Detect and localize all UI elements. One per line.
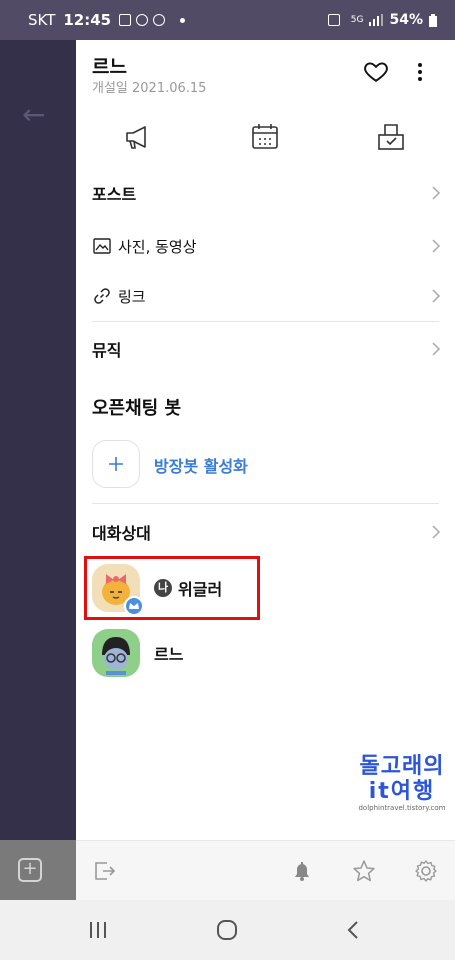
- signal-icon: [369, 14, 384, 26]
- plus-icon: [109, 457, 123, 471]
- heart-icon[interactable]: [363, 58, 389, 84]
- member-name: 르느: [154, 645, 184, 664]
- members-section-title: 대화상대: [92, 524, 151, 543]
- member-row[interactable]: 르느: [92, 628, 183, 678]
- avatar: [92, 629, 140, 677]
- menu-links-label: 링크: [118, 287, 146, 306]
- home-icon[interactable]: [215, 918, 239, 942]
- menu-links[interactable]: 링크: [76, 271, 455, 321]
- status-bar: SKT 12:45 5G 54%: [0, 0, 455, 40]
- image-icon: [93, 238, 111, 254]
- carrier-label: SKT: [28, 11, 56, 29]
- dimmed-chat-background[interactable]: ←: [0, 40, 76, 840]
- link-icon: [94, 288, 110, 304]
- members-header[interactable]: 대화상대: [76, 507, 455, 557]
- bot-section-title: 오픈채팅 봇: [92, 398, 182, 419]
- room-title: 르느: [92, 56, 127, 78]
- watermark-line1: 돌고래의: [359, 754, 445, 779]
- more-options-icon[interactable]: [412, 60, 428, 84]
- chatroom-drawer: 르느 개설일 2021.06.15 포스트 사진, 동영상 링크 뮤직 오픈채팅…: [76, 40, 455, 840]
- gallery-notification-icon: [119, 14, 132, 26]
- menu-posts-label: 포스트: [92, 185, 137, 204]
- chat-notification-icon: [153, 14, 166, 26]
- network-label: 5G: [350, 15, 364, 25]
- chevron-right-icon: [432, 239, 441, 253]
- settings-gear-icon[interactable]: [413, 858, 439, 884]
- menu-photos-videos[interactable]: 사진, 동영상: [76, 221, 455, 271]
- character-avatar-image: [102, 637, 130, 675]
- watermark-logo: 돌고래의 it여행 dolphintravel.tistory.com: [352, 748, 452, 812]
- watermark-line2: it여행: [368, 779, 436, 804]
- recent-apps-icon[interactable]: [86, 918, 110, 942]
- menu-music[interactable]: 뮤직: [76, 324, 455, 374]
- battery-icon: [429, 13, 437, 27]
- menu-photos-label: 사진, 동영상: [118, 237, 197, 256]
- drawer-header: 르느 개설일 2021.06.15: [76, 40, 455, 110]
- more-notifications-icon: [180, 17, 186, 23]
- exit-icon[interactable]: [91, 858, 117, 884]
- battery-level: 54%: [389, 12, 423, 28]
- activate-bot-button[interactable]: [92, 440, 140, 488]
- menu-posts[interactable]: 포스트: [76, 168, 455, 218]
- back-arrow-icon[interactable]: ←: [22, 98, 45, 131]
- calendar-icon[interactable]: [248, 120, 282, 154]
- chevron-right-icon: [432, 525, 441, 539]
- chevron-right-icon: [432, 289, 441, 303]
- star-icon[interactable]: [351, 858, 377, 884]
- megaphone-icon[interactable]: [121, 120, 155, 154]
- activate-bot-label[interactable]: 방장봇 활성화: [154, 453, 248, 477]
- clock: 12:45: [63, 11, 112, 29]
- ballot-box-icon[interactable]: [374, 120, 408, 154]
- watermark-url: dolphintravel.tistory.com: [358, 804, 446, 812]
- menu-music-label: 뮤직: [92, 341, 122, 360]
- lock-icon: [327, 14, 340, 26]
- plus-icon[interactable]: +: [18, 858, 42, 882]
- chevron-right-icon: [432, 342, 441, 356]
- drawer-bottom-bar: [76, 840, 455, 900]
- bell-icon[interactable]: [289, 858, 315, 884]
- location-notification-icon: [136, 14, 149, 26]
- system-navigation-bar: [0, 900, 455, 960]
- highlight-box: [84, 556, 260, 620]
- chevron-right-icon: [432, 186, 441, 200]
- divider: [92, 503, 439, 504]
- back-icon[interactable]: [342, 918, 366, 942]
- dimmed-input-bar: +: [0, 840, 76, 900]
- room-created-date: 개설일 2021.06.15: [92, 81, 207, 96]
- divider: [92, 321, 439, 322]
